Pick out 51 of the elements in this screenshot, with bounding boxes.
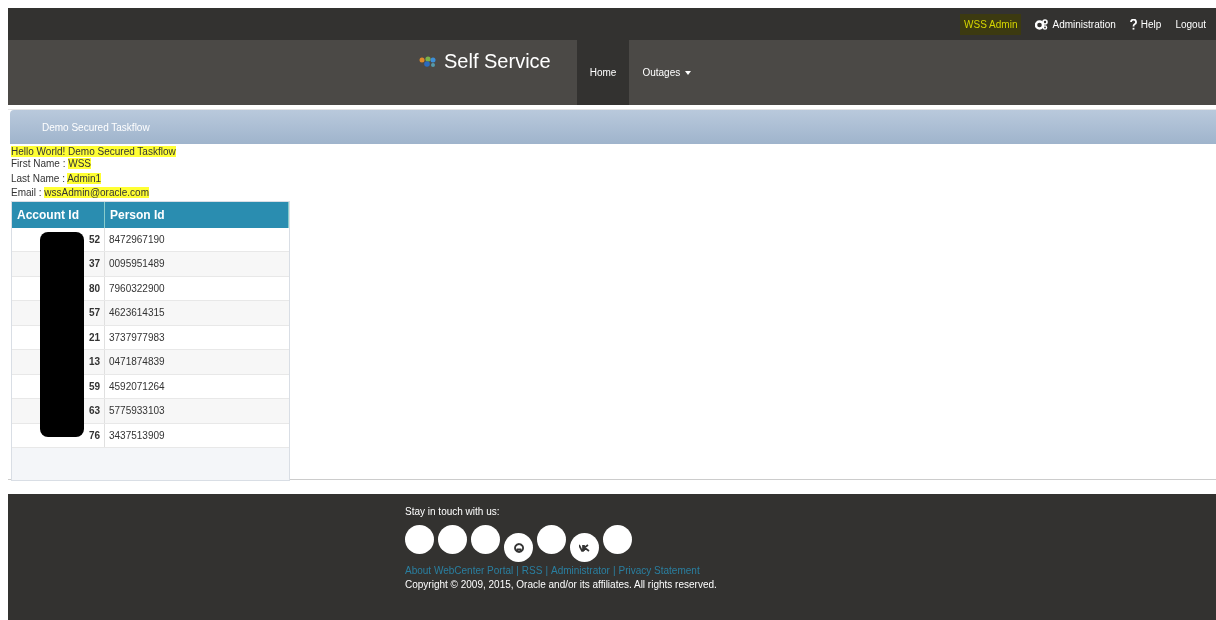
table-cell: 4623614315 — [109, 307, 165, 319]
people-logo-icon — [418, 55, 438, 67]
table-cell: 80 — [88, 282, 100, 294]
field-value: wssAdmin@oracle.com — [44, 187, 149, 198]
table-cell: 3737977983 — [109, 331, 165, 343]
table-cell: 5775933103 — [109, 405, 165, 417]
gears-icon — [1035, 18, 1049, 30]
column-header: Person Id — [105, 201, 289, 228]
github-icon[interactable] — [504, 533, 533, 562]
table-cell: 59 — [88, 380, 100, 392]
link-separator: | — [516, 565, 519, 576]
social-icon[interactable] — [603, 525, 632, 554]
top-link[interactable]: Help — [1129, 18, 1162, 30]
table-cell: 13 — [88, 356, 100, 368]
table-cell: 4592071264 — [109, 380, 165, 392]
table-cell: 7960322900 — [109, 282, 165, 294]
copyright-text: Copyright © 2009, 2015, Oracle and/or its affiliates. All rights reserved. — [405, 579, 718, 590]
field-value: Admin1 — [67, 172, 102, 184]
top-link[interactable]: Administration — [1035, 18, 1116, 30]
field-label: First Name : — [11, 158, 66, 169]
social-icon[interactable] — [438, 525, 467, 554]
top-link[interactable]: Logout — [1175, 18, 1206, 30]
link-separator: | — [612, 565, 616, 576]
table-cell: 76 — [88, 429, 100, 441]
social-icon[interactable] — [471, 525, 500, 554]
table-cell: 0471874839 — [109, 356, 165, 368]
table-cell: 21 — [88, 331, 100, 343]
table-cell: 57 — [88, 307, 100, 319]
site-title: Self Service — [444, 49, 551, 73]
section-header: Demo Secured Taskflow — [10, 110, 1216, 144]
table-cell: 8472967190 — [109, 233, 165, 245]
social-icon[interactable] — [405, 525, 434, 554]
nav-tab[interactable]: Outages — [629, 40, 705, 105]
greeting-text: Hello World! Demo Secured Taskflow — [11, 146, 176, 157]
table-cell: 52 — [88, 233, 100, 245]
caret-icon — [685, 70, 692, 75]
field-label: Email : — [11, 187, 42, 198]
column-header: Account Id — [12, 201, 105, 228]
vk-icon[interactable] — [570, 533, 599, 562]
table-cell: 0095951489 — [109, 258, 165, 270]
table-cell: 37 — [88, 258, 100, 270]
help-icon — [1129, 18, 1137, 30]
table-cell: 63 — [88, 405, 100, 417]
table-cell: 3437513909 — [109, 429, 165, 441]
field-label: Last Name : — [11, 172, 65, 184]
user-name[interactable]: WSS Admin — [960, 13, 1022, 35]
footer-heading: Stay in touch with us: — [405, 506, 501, 517]
social-icon[interactable] — [537, 525, 566, 554]
nav-tab[interactable]: Home — [576, 40, 630, 105]
field-value: WSS — [68, 158, 91, 169]
link-separator: | — [545, 565, 548, 576]
